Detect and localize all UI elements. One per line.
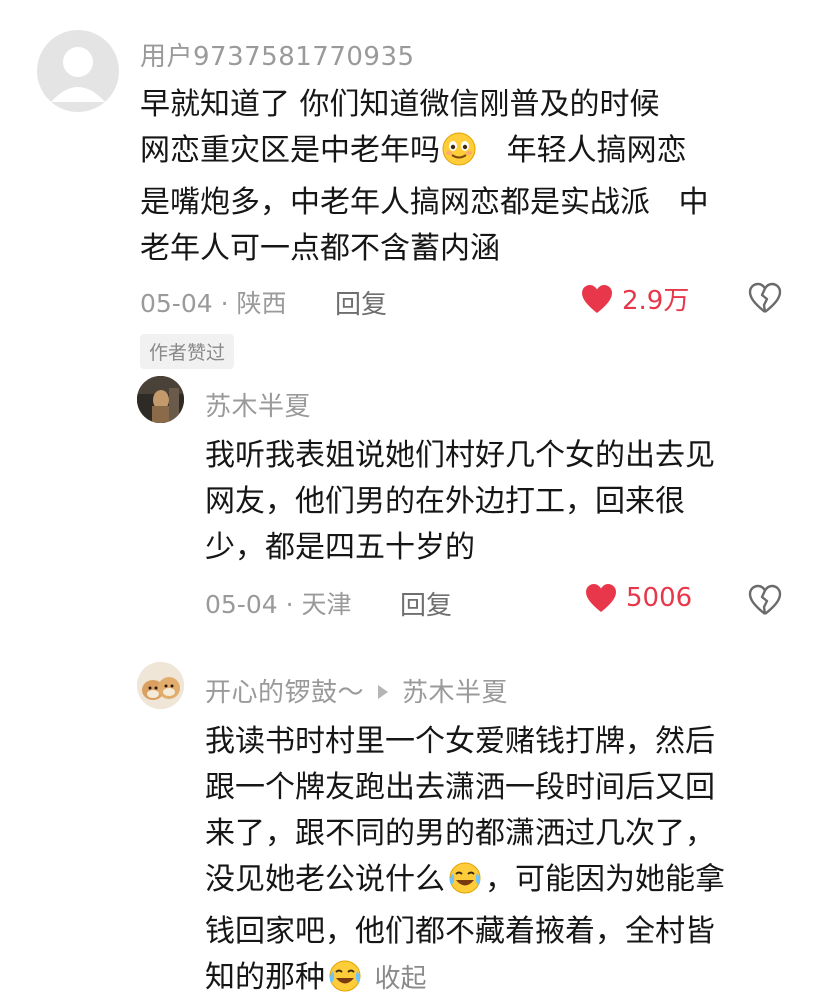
reply-button[interactable]: 回复 (335, 284, 387, 321)
text-line: 网恋重灾区是中老年吗 年轻人搞网恋 (140, 128, 709, 180)
broken-heart-icon (748, 282, 782, 313)
reply-to-name[interactable]: 苏木半夏 (402, 678, 508, 708)
dislike-button[interactable] (748, 584, 782, 620)
text-line: 网友，他们男的在外边打工，回来很 (205, 484, 685, 519)
dislike-button[interactable] (748, 282, 782, 318)
comment-username[interactable]: 用户9737581770935 (140, 36, 415, 73)
comment-text: 我听我表姐说她们村好几个女的出去见 网友，他们男的在外边打工，回来很 少，都是四… (205, 433, 715, 571)
comment-text: 早就知道了 你们知道微信刚普及的时候 网恋重灾区是中老年吗 年轻人搞网恋 是嘴炮… (140, 82, 709, 272)
like-count: 5006 (626, 583, 693, 613)
user-avatar[interactable] (137, 662, 184, 709)
heart-icon (586, 584, 616, 612)
like-button[interactable]: 5006 (584, 582, 692, 614)
text-line: 跟一个牌友跑出去潇洒一段时间后又回 (205, 770, 715, 805)
smile-emoji-icon (442, 132, 476, 180)
text-line: 我听我表姐说她们村好几个女的出去见 (205, 438, 715, 473)
text-line: 少，都是四五十岁的 (205, 530, 475, 565)
cry-laugh-emoji-icon (327, 959, 363, 1003)
comment-date-location: 05-04 · 天津 (205, 590, 352, 619)
like-button[interactable]: 2.9万 (580, 280, 689, 317)
comment-username[interactable]: 苏木半夏 (205, 386, 311, 423)
text-line: 早就知道了 你们知道微信刚普及的时候 (140, 87, 660, 122)
text-line: 钱回家吧，他们都不藏着掖着，全村皆 (205, 914, 715, 949)
cry-laugh-emoji-icon (447, 861, 483, 909)
comment-date-location: 05-04 · 陕西 (140, 289, 287, 318)
text-line: 没见她老公说什么 ，可能因为她能拿 (205, 857, 725, 909)
comment-username: 开心的锣鼓～ 苏木半夏 (205, 672, 508, 709)
reply-arrow-icon (378, 685, 389, 699)
like-count: 2.9万 (622, 286, 690, 316)
reply-button[interactable]: 回复 (400, 585, 452, 622)
text-line: 知的那种 收起 (205, 955, 725, 1003)
text-line: 来了，跟不同的男的都潇洒过几次了， (205, 816, 715, 851)
text-line: 我读书时村里一个女爱赌钱打牌，然后 (205, 724, 715, 759)
broken-heart-icon (748, 584, 782, 615)
user-avatar[interactable] (137, 376, 184, 423)
text-line: 是嘴炮多，中老年人搞网恋都是实战派 中 (140, 185, 709, 220)
author-name[interactable]: 开心的锣鼓～ (205, 678, 364, 708)
collapse-button[interactable]: 收起 (375, 964, 427, 994)
text-line: 老年人可一点都不含蓄内涵 (140, 231, 500, 266)
author-liked-badge: 作者赞过 (140, 334, 235, 369)
comment-text: 我读书时村里一个女爱赌钱打牌，然后 跟一个牌友跑出去潇洒一段时间后又回 来了，跟… (205, 719, 725, 1003)
default-avatar-icon[interactable] (37, 30, 119, 112)
heart-icon (582, 284, 612, 313)
